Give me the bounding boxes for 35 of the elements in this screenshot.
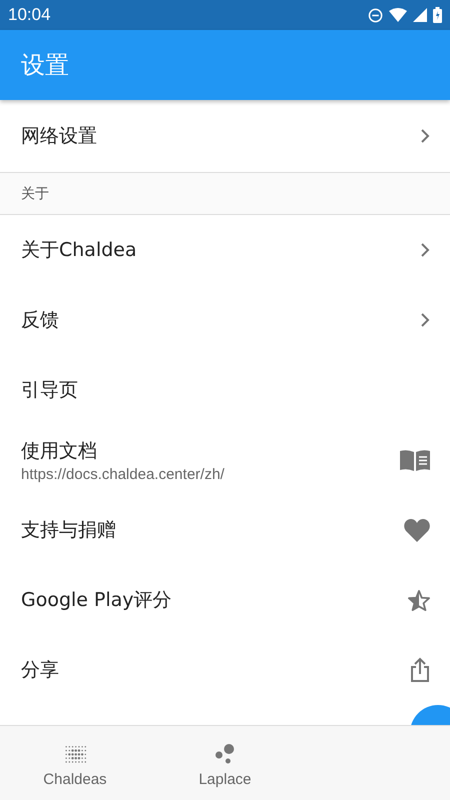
item-title: Google Play评分: [21, 588, 172, 613]
item-title: 支持与捐赠: [21, 518, 116, 543]
clock: 10:04: [8, 5, 51, 25]
battery-icon: [433, 7, 442, 23]
nav-tab[interactable]: Laplace: [150, 726, 300, 800]
settings-item[interactable]: 支持与捐赠: [0, 495, 450, 565]
settings-item[interactable]: Google Play评分: [0, 565, 450, 635]
item-title: 关于Chaldea: [21, 238, 137, 263]
settings-item[interactable]: 反馈: [0, 285, 450, 355]
settings-item[interactable]: 关于Chaldea: [0, 215, 450, 285]
wifi-icon: [389, 8, 407, 22]
page-title: 设置: [21, 50, 69, 81]
share-icon: [410, 657, 430, 683]
nav-tab[interactable]: Chaldeas: [0, 726, 150, 800]
half-star-icon: [408, 590, 430, 610]
heart-icon: [404, 518, 430, 542]
settings-item[interactable]: 引导页: [0, 355, 450, 425]
book-icon: [400, 449, 430, 471]
settings-item[interactable]: 使用文档 https://docs.chaldea.center/zh/: [0, 425, 450, 495]
section-title: 关于: [21, 184, 49, 202]
settings-item[interactable]: 分享: [0, 635, 450, 705]
bubbles-icon: [214, 742, 236, 764]
item-title: 使用文档: [21, 438, 98, 464]
item-title: 引导页: [21, 378, 78, 403]
signal-icon: [413, 8, 427, 22]
chevron-icon: [420, 243, 430, 257]
chevron-icon: [420, 313, 430, 327]
floating-action-button[interactable]: [410, 705, 450, 726]
settings-item[interactable]: 网络设置: [0, 100, 450, 172]
item-title: 分享: [21, 658, 59, 683]
item-subtitle: https://docs.chaldea.center/zh/: [21, 466, 224, 482]
item-title: 反馈: [21, 308, 59, 333]
chevron-icon: [420, 129, 430, 143]
do-not-disturb-icon: [368, 8, 383, 22]
item-title: 网络设置: [21, 124, 97, 149]
